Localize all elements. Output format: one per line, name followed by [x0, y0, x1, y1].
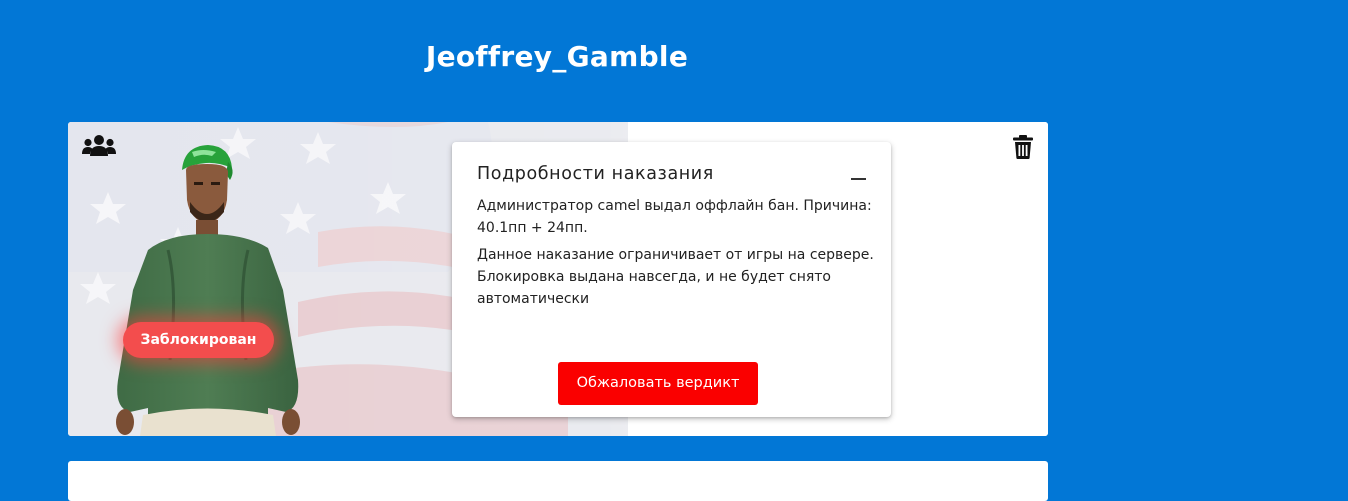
punishment-card: Заблокирован Подробности наказания Админ… [68, 122, 1048, 436]
appeal-verdict-button[interactable]: Обжаловать вердикт [558, 362, 758, 405]
details-title: Подробности наказания [477, 164, 714, 184]
player-skin-avatar [116, 145, 300, 436]
punishment-reason-text: Администратор camel выдал оффлайн бан. П… [477, 198, 872, 236]
collapse-button[interactable] [849, 166, 869, 186]
punishment-details-panel: Подробности наказания Администратор came… [452, 142, 891, 417]
punishment-description-text: Данное наказание ограничивает от игры на… [477, 247, 874, 307]
next-card [68, 461, 1048, 501]
trash-icon[interactable] [1012, 135, 1034, 159]
page-title: Jeoffrey_Gamble [425, 40, 689, 73]
status-badge: Заблокирован [123, 322, 274, 358]
